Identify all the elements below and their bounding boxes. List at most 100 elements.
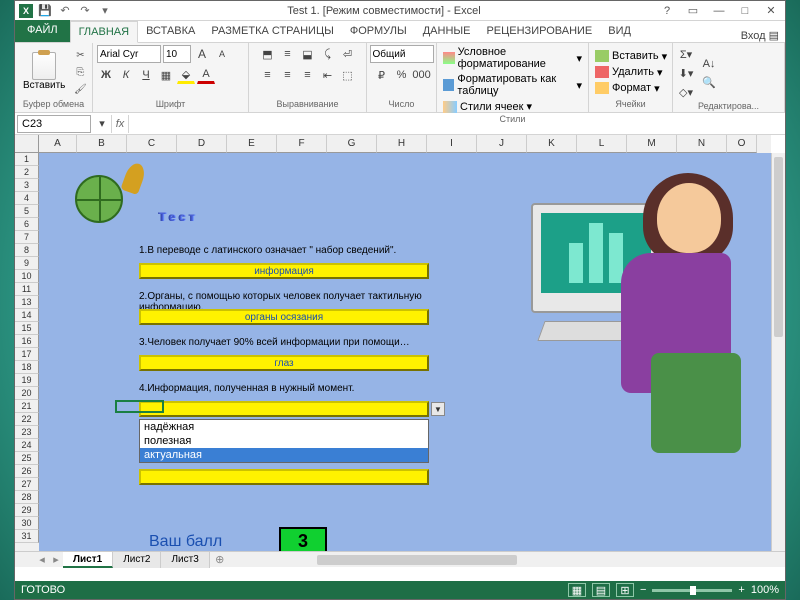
font-color-button[interactable]: A bbox=[197, 66, 215, 84]
tab-home[interactable]: ГЛАВНАЯ bbox=[70, 21, 138, 43]
v-scroll-thumb[interactable] bbox=[774, 157, 783, 337]
qat-undo[interactable]: ↶ bbox=[57, 3, 73, 19]
worksheet-canvas[interactable]: Тест 1.В переводе с латинского означает … bbox=[39, 153, 771, 551]
dropdown-item-1[interactable]: полезная bbox=[140, 434, 428, 448]
close-button[interactable]: ✕ bbox=[759, 2, 783, 20]
percent-button[interactable]: % bbox=[393, 66, 411, 84]
view-normal-button[interactable]: ▦ bbox=[568, 583, 586, 597]
name-box[interactable] bbox=[17, 115, 91, 133]
format-painter-button[interactable]: 🖌 bbox=[71, 81, 89, 97]
align-middle-button[interactable]: ≡ bbox=[279, 45, 297, 63]
wrap-text-button[interactable]: ⏎ bbox=[339, 45, 357, 63]
group-alignment-label: Выравнивание bbox=[253, 99, 362, 110]
login-icon[interactable]: ▤ bbox=[769, 29, 779, 42]
cut-button[interactable]: ✂ bbox=[71, 47, 89, 63]
login-link[interactable]: Вход bbox=[741, 30, 766, 42]
align-right-button[interactable]: ≡ bbox=[299, 66, 317, 84]
border-button[interactable]: ▦ bbox=[157, 66, 175, 84]
zoom-out-button[interactable]: − bbox=[640, 584, 646, 596]
answer-4[interactable] bbox=[139, 401, 429, 417]
orientation-button[interactable]: ⤹ bbox=[319, 45, 337, 63]
number-format-select[interactable] bbox=[370, 45, 434, 63]
ribbon: Вставить ✂ ⎘ 🖌 Буфер обмена A A bbox=[15, 43, 785, 113]
clear-button[interactable]: ◇▾ bbox=[677, 83, 695, 101]
answer-2[interactable]: органы осязания bbox=[139, 309, 429, 325]
vertical-scrollbar[interactable] bbox=[771, 153, 785, 551]
answer-1[interactable]: информация bbox=[139, 263, 429, 279]
zoom-slider[interactable] bbox=[652, 589, 732, 592]
cell-styles-button[interactable]: Стили ячеек▾ bbox=[441, 99, 584, 114]
align-bottom-button[interactable]: ⬓ bbox=[299, 45, 317, 63]
title-bar: X 💾 ↶ ↷ ▾ Test 1. [Режим совместимости] … bbox=[15, 1, 785, 21]
fill-button[interactable]: ⬇▾ bbox=[677, 64, 695, 82]
autosum-button[interactable]: Σ▾ bbox=[677, 45, 695, 63]
align-top-button[interactable]: ⬒ bbox=[259, 45, 277, 63]
view-layout-button[interactable]: ▤ bbox=[592, 583, 610, 597]
column-headers[interactable]: ABCDEFGHIJKLMNO bbox=[39, 135, 771, 153]
maximize-button[interactable]: □ bbox=[733, 2, 757, 20]
excel-window: X 💾 ↶ ↷ ▾ Test 1. [Режим совместимости] … bbox=[14, 0, 786, 600]
minimize-button[interactable]: — bbox=[707, 2, 731, 20]
tab-file[interactable]: ФАЙЛ bbox=[15, 20, 70, 42]
bold-button[interactable]: Ж bbox=[97, 66, 115, 84]
tab-review[interactable]: РЕЦЕНЗИРОВАНИЕ bbox=[478, 20, 600, 42]
formula-bar: ▾ fx bbox=[15, 113, 785, 135]
fill-color-button[interactable]: ⬙ bbox=[177, 66, 195, 84]
dropdown-button[interactable]: ▼ bbox=[431, 402, 445, 416]
zoom-level[interactable]: 100% bbox=[751, 584, 779, 596]
font-name-select[interactable] bbox=[97, 45, 161, 63]
answer-5[interactable] bbox=[139, 469, 429, 485]
tab-page-layout[interactable]: РАЗМЕТКА СТРАНИЦЫ bbox=[203, 20, 341, 42]
font-size-select[interactable] bbox=[163, 45, 191, 63]
add-sheet-button[interactable]: ⊕ bbox=[210, 553, 230, 566]
sheet-tab-1[interactable]: Лист1 bbox=[63, 552, 113, 568]
sheet-nav-prev[interactable]: ◂ bbox=[35, 553, 49, 566]
italic-button[interactable]: К bbox=[117, 66, 135, 84]
tab-insert[interactable]: ВСТАВКА bbox=[138, 20, 203, 42]
format-cells-button[interactable]: Формат▾ bbox=[593, 81, 669, 96]
dropdown-item-0[interactable]: надёжная bbox=[140, 420, 428, 434]
decrease-font-button[interactable]: A bbox=[213, 45, 231, 63]
fx-button[interactable]: fx bbox=[111, 115, 129, 133]
name-box-dropdown[interactable]: ▾ bbox=[93, 115, 111, 133]
underline-button[interactable]: Ч bbox=[137, 66, 155, 84]
align-center-button[interactable]: ≡ bbox=[279, 66, 297, 84]
tab-view[interactable]: ВИД bbox=[600, 20, 639, 42]
help-button[interactable]: ? bbox=[655, 2, 679, 20]
row-headers[interactable]: 1234567891011131415161718192021222324252… bbox=[15, 153, 39, 551]
merge-button[interactable]: ⬚ bbox=[339, 66, 357, 84]
qat-more[interactable]: ▾ bbox=[97, 3, 113, 19]
sheet-nav-next[interactable]: ▸ bbox=[49, 553, 63, 566]
delete-cells-button[interactable]: Удалить▾ bbox=[593, 65, 669, 80]
dropdown-item-2[interactable]: актуальная bbox=[140, 448, 428, 462]
qat-save[interactable]: 💾 bbox=[37, 3, 53, 19]
insert-cells-button[interactable]: Вставить▾ bbox=[593, 49, 669, 64]
ribbon-toggle[interactable]: ▭ bbox=[681, 2, 705, 20]
comma-button[interactable]: 000 bbox=[413, 66, 431, 84]
increase-font-button[interactable]: A bbox=[193, 45, 211, 63]
select-all-button[interactable] bbox=[15, 135, 39, 153]
align-left-button[interactable]: ≡ bbox=[259, 66, 277, 84]
active-cell[interactable] bbox=[115, 400, 164, 413]
answer-3[interactable]: глаз bbox=[139, 355, 429, 371]
conditional-formatting-button[interactable]: Условное форматирование▾ bbox=[441, 45, 584, 71]
sheet-tab-2[interactable]: Лист2 bbox=[113, 552, 161, 568]
copy-button[interactable]: ⎘ bbox=[71, 64, 89, 80]
qat-redo[interactable]: ↷ bbox=[77, 3, 93, 19]
h-scroll-thumb[interactable] bbox=[317, 555, 517, 565]
person-clipart bbox=[511, 173, 751, 473]
view-pagebreak-button[interactable]: ⊞ bbox=[616, 583, 634, 597]
format-as-table-button[interactable]: Форматировать как таблицу▾ bbox=[441, 72, 584, 98]
zoom-in-button[interactable]: + bbox=[738, 584, 744, 596]
find-select-button[interactable]: 🔍 bbox=[697, 74, 721, 92]
dropdown-list[interactable]: надёжная полезная актуальная bbox=[139, 419, 429, 463]
currency-button[interactable]: ₽ bbox=[373, 66, 391, 84]
horizontal-scrollbar[interactable] bbox=[315, 553, 771, 567]
paste-button[interactable]: Вставить bbox=[19, 51, 69, 93]
sheet-tab-3[interactable]: Лист3 bbox=[161, 552, 209, 568]
tab-formulas[interactable]: ФОРМУЛЫ bbox=[342, 20, 415, 42]
group-cells-label: Ячейки bbox=[593, 99, 668, 110]
sort-filter-button[interactable]: A↓ bbox=[697, 55, 721, 73]
tab-data[interactable]: ДАННЫЕ bbox=[415, 20, 479, 42]
decrease-indent-button[interactable]: ⇤ bbox=[319, 66, 337, 84]
